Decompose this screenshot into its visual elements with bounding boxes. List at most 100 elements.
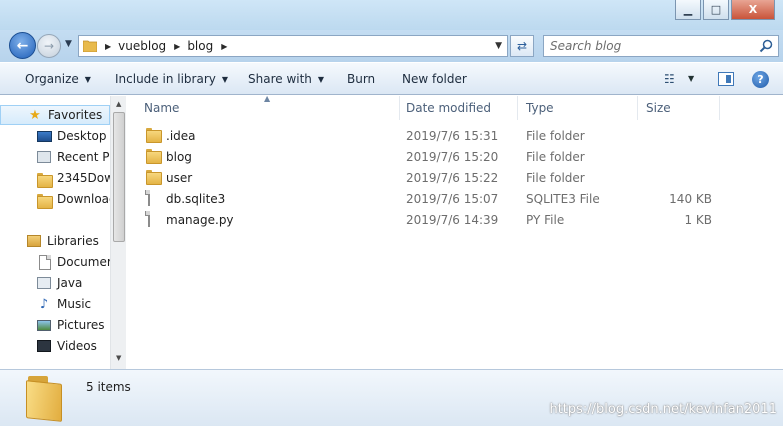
music-icon: ♪: [39, 296, 49, 312]
column-header-date-modified[interactable]: Date modified: [398, 96, 518, 120]
column-headers: ▲ Name Date modified Type Size: [128, 94, 783, 120]
breadcrumb-blog[interactable]: blog: [187, 39, 213, 53]
recent-places-icon: [36, 149, 52, 165]
videos-icon: [36, 338, 52, 354]
maximize-button[interactable]: □: [703, 0, 729, 20]
column-header-name[interactable]: Name: [136, 96, 400, 120]
file-name: blog: [166, 150, 192, 164]
close-button[interactable]: X: [731, 0, 775, 20]
burn-button[interactable]: Burn: [347, 72, 375, 86]
search-box[interactable]: [543, 35, 779, 57]
nav-item-java[interactable]: Java: [0, 273, 110, 293]
file-size: 140 KB: [669, 192, 712, 206]
forward-button[interactable]: →: [37, 34, 61, 58]
downloads-icon: [36, 191, 53, 209]
watermark-text: https://blog.csdn.net/kevinfan2011: [549, 402, 777, 417]
column-header-type[interactable]: Type: [518, 96, 638, 120]
search-icon[interactable]: [759, 39, 773, 53]
star-icon: ★: [29, 107, 41, 123]
nav-item-downloads[interactable]: Download: [0, 189, 110, 209]
back-button[interactable]: ←: [9, 32, 36, 59]
recent-pages-dropdown[interactable]: ▼: [65, 39, 72, 49]
file-name: db.sqlite3: [166, 192, 226, 206]
nav-item-libraries[interactable]: Libraries: [0, 231, 110, 251]
table-row[interactable]: manage.py 2019/7/6 14:39 PY File 1 KB: [128, 210, 783, 231]
nav-item-label: Favorites: [48, 108, 103, 122]
file-name: manage.py: [166, 213, 234, 227]
file-date-modified: 2019/7/6 15:20: [406, 150, 499, 164]
organize-button[interactable]: Organize ▼: [25, 72, 91, 86]
nav-item-videos[interactable]: Videos: [0, 336, 110, 356]
folder-icon: [146, 128, 162, 144]
chevron-down-icon: ▼: [84, 75, 91, 84]
documents-icon: [36, 254, 52, 270]
file-type: File folder: [526, 129, 585, 143]
nav-item-pictures[interactable]: Pictures: [0, 315, 110, 335]
file-type: SQLITE3 File: [526, 192, 600, 206]
breadcrumb-separator[interactable]: ▶: [105, 42, 111, 51]
nav-item-label: Recent Pl: [57, 150, 110, 164]
minimize-button[interactable]: ▁: [675, 0, 701, 20]
nav-item-favorites[interactable]: ★ Favorites: [0, 105, 110, 125]
nav-item-label: Music: [57, 297, 92, 311]
scroll-down-button[interactable]: ▼: [116, 354, 121, 362]
view-options-dropdown[interactable]: ▼: [688, 74, 694, 83]
address-row: ← → ▼ ▶ vueblog ▶ blog ▶ ▼ ⇄: [0, 30, 783, 62]
file-type: File folder: [526, 171, 585, 185]
nav-item-recent-places[interactable]: Recent Pl: [0, 147, 110, 167]
file-icon: [146, 211, 162, 228]
include-in-library-button[interactable]: Include in library ▼: [115, 72, 228, 86]
file-size: 1 KB: [684, 213, 712, 227]
folder-icon: [83, 40, 97, 52]
preview-pane-button[interactable]: [718, 72, 734, 86]
breadcrumb-vueblog[interactable]: vueblog: [118, 39, 166, 53]
table-row[interactable]: db.sqlite3 2019/7/6 15:07 SQLITE3 File 1…: [128, 189, 783, 210]
scroll-up-button[interactable]: ▲: [116, 100, 121, 108]
nav-item-music[interactable]: ♪ Music: [0, 294, 110, 314]
item-count: 5 items: [86, 380, 131, 394]
share-with-label: Share with: [248, 72, 312, 86]
nav-item-label: Desktop: [57, 129, 107, 143]
address-bar[interactable]: ▶ vueblog ▶ blog ▶ ▼: [78, 35, 508, 57]
column-header-size[interactable]: Size: [638, 96, 720, 120]
details-pane: 5 items https://blog.csdn.net/kevinfan20…: [0, 369, 783, 426]
file-date-modified: 2019/7/6 15:31: [406, 129, 499, 143]
nav-item-label: Libraries: [47, 234, 99, 248]
command-toolbar: Organize ▼ Include in library ▼ Share with…: [0, 62, 783, 95]
search-input[interactable]: [550, 39, 750, 53]
nav-item-label: Pictures: [57, 318, 105, 332]
nav-item-documents[interactable]: Documer: [0, 252, 110, 272]
include-in-library-label: Include in library: [115, 72, 216, 86]
help-button[interactable]: ?: [752, 71, 769, 88]
file-name: .idea: [166, 129, 196, 143]
file-type: PY File: [526, 213, 565, 227]
breadcrumb-separator[interactable]: ▶: [221, 42, 227, 51]
nav-item-label: Java: [57, 276, 83, 290]
table-row[interactable]: .idea 2019/7/6 15:31 File folder: [128, 126, 783, 147]
chevron-down-icon: ▼: [221, 75, 229, 84]
window-controls: ▁ □ X: [675, 0, 775, 20]
nav-item-label: Documer: [57, 255, 110, 269]
breadcrumb-separator[interactable]: ▶: [174, 42, 180, 51]
address-dropdown-button[interactable]: ▼: [495, 41, 502, 51]
folder-icon: [146, 170, 162, 186]
refresh-button[interactable]: ⇄: [510, 35, 534, 57]
nav-item-2345downloads[interactable]: 2345Down: [0, 168, 110, 188]
file-name: user: [166, 171, 193, 185]
nav-scrollbar[interactable]: ▲ ▼: [110, 96, 126, 369]
new-folder-button[interactable]: New folder: [402, 72, 467, 86]
share-with-button[interactable]: Share with ▼: [248, 72, 324, 86]
table-row[interactable]: blog 2019/7/6 15:20 File folder: [128, 147, 783, 168]
library-folder-icon: [36, 275, 52, 291]
desktop-icon: [36, 128, 52, 144]
file-type: File folder: [526, 150, 585, 164]
table-row[interactable]: user 2019/7/6 15:22 File folder: [128, 168, 783, 189]
nav-item-label: 2345Down: [57, 171, 110, 185]
pictures-icon: [36, 317, 52, 333]
libraries-icon: [26, 233, 42, 249]
nav-item-desktop[interactable]: Desktop: [0, 126, 110, 146]
title-bar: ▁ □ X: [0, 0, 783, 30]
change-view-button[interactable]: ☷: [664, 72, 675, 86]
file-icon: [146, 190, 162, 207]
scrollbar-thumb[interactable]: [113, 112, 125, 242]
